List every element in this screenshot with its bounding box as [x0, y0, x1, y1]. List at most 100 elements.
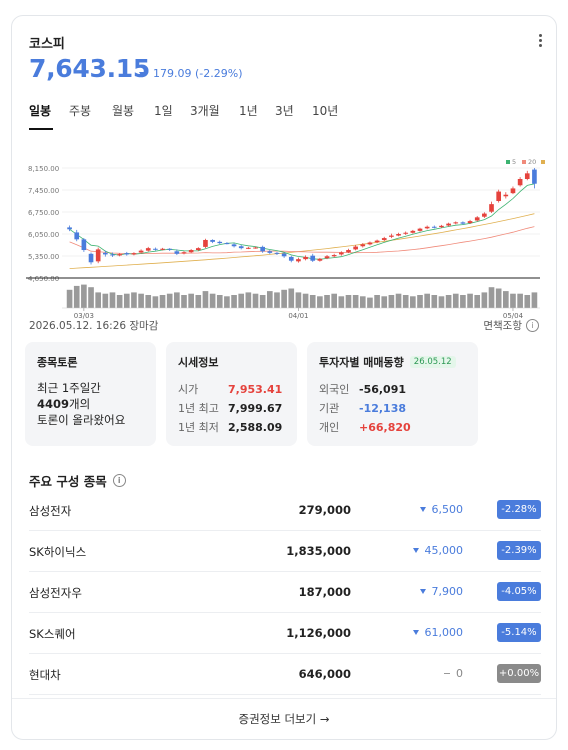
investor-title-row: 투자자별 매매동향 26.05.12 [319, 354, 466, 370]
forum-title: 종목토론 [37, 356, 78, 369]
stock-price: 1,126,000 [286, 626, 351, 640]
tab-3year[interactable]: 3년 [275, 102, 294, 119]
disclaimer-label: 면책조항 [483, 320, 522, 332]
candle-body [81, 239, 87, 251]
table-row[interactable]: SK하이닉스 1,835,000 45,000 -2.39% [29, 531, 541, 572]
volume-bar [452, 293, 459, 308]
candlestick-chart[interactable]: 8,150.00 7,450.00 6,750.00 6,050.00 5,350.00… [26, 140, 546, 320]
table-row[interactable]: 현대차 646,000 0 +0.00% [29, 654, 541, 695]
index-name[interactable]: 코스피 [29, 33, 65, 52]
volume-bar [302, 293, 309, 308]
forum-line3: 토론이 올라왔어요 [37, 413, 126, 427]
ma20-line [69, 226, 535, 255]
candle-body [246, 247, 251, 249]
volume-bar [95, 292, 102, 308]
year-low-value: 2,588.09 [228, 421, 283, 434]
candle-body [524, 173, 530, 179]
x-tick-label: 04/01 [288, 312, 308, 320]
candle-body [153, 248, 158, 250]
ma5-line [69, 183, 535, 260]
investor-box[interactable]: 투자자별 매매동향 26.05.12 외국인 -56,091 기관 -12,138 개… [307, 342, 478, 446]
volume-bar [224, 296, 230, 308]
disclaimer-link[interactable]: 면책조항 i [483, 318, 539, 333]
tab-monthly[interactable]: 월봉 [112, 102, 134, 119]
candle-body [532, 169, 537, 184]
legend-swatch [522, 160, 526, 164]
stock-percent-badge: -2.39% [497, 541, 541, 560]
legend-label: 20 [528, 158, 536, 166]
candle-body [381, 238, 387, 240]
volume-bar [159, 295, 166, 308]
volume-bar [131, 292, 137, 308]
volume-bar [481, 292, 488, 308]
investor-row: 개인 +66,820 [319, 418, 466, 437]
tab-daily[interactable]: 일봉 [29, 102, 51, 119]
volume-bar [474, 295, 481, 308]
stock-name: 삼성전자우 [29, 586, 82, 600]
candle-body [331, 255, 337, 257]
forum-box[interactable]: 종목토론 최근 1주일간 4409개의 토론이 올라왔어요 [25, 342, 156, 446]
volume-bar [424, 293, 430, 308]
down-arrow-icon [412, 630, 419, 635]
candle-body [346, 250, 351, 253]
open-value: 7,953.41 [228, 383, 283, 396]
candle-body [117, 254, 122, 256]
volume-bar [81, 284, 87, 308]
volume-bar [116, 295, 123, 308]
tab-1year[interactable]: 1년 [239, 102, 258, 119]
tab-3month[interactable]: 3개월 [190, 102, 220, 119]
market-info-row: 시가 7,953.41 [178, 380, 285, 399]
volume-bar [102, 293, 109, 308]
candle-body [303, 256, 308, 260]
investor-row: 외국인 -56,091 [319, 380, 466, 399]
candle-body [281, 253, 287, 257]
volume-bar [209, 293, 216, 308]
candle-body [95, 249, 101, 262]
volume-bar [417, 295, 423, 308]
candle-body [431, 226, 437, 228]
forum-count: 4409 [37, 397, 70, 411]
candle-body [210, 239, 215, 242]
year-high-label: 1년 최고 [178, 402, 219, 415]
stock-change-value: 0 [456, 667, 463, 680]
candle-body [510, 188, 516, 194]
stock-change: 0 [444, 667, 463, 680]
table-row[interactable]: 삼성전자 279,000 6,500 -2.28% [29, 490, 541, 531]
tab-weekly[interactable]: 주봉 [69, 102, 91, 119]
stock-price: 646,000 [298, 667, 351, 681]
stock-name: SK스퀘어 [29, 627, 76, 641]
candle-body [517, 179, 523, 186]
stock-percent-badge: -4.05% [497, 582, 541, 601]
y-tick-label: 7,450.00 [28, 187, 59, 195]
candle-body [217, 241, 223, 244]
candle-body [403, 232, 409, 234]
table-row[interactable]: 삼성전자우 187,000 7,900 -4.05% [29, 572, 541, 613]
candle-body [260, 246, 265, 252]
y-tick-label: 8,150.00 [28, 165, 59, 173]
volume-bar [388, 295, 395, 308]
info-icon[interactable]: i [112, 474, 126, 487]
candle-body [396, 234, 401, 236]
stock-price: 187,000 [298, 585, 351, 599]
volume-bar [331, 293, 338, 308]
more-menu-icon[interactable] [534, 32, 546, 48]
volume-bar [359, 296, 366, 308]
candle-body [460, 222, 466, 224]
volume-bar [460, 295, 466, 308]
candle-body [317, 258, 323, 261]
investor-date-badge: 26.05.12 [409, 356, 456, 368]
more-stock-info-link[interactable]: 증권정보 더보기 → [12, 698, 556, 739]
tab-1day[interactable]: 1일 [154, 102, 173, 119]
tab-10year[interactable]: 10년 [312, 102, 338, 119]
open-label: 시가 [178, 383, 199, 396]
candle-body [88, 253, 94, 263]
volume-bar [467, 293, 473, 308]
legend-swatch [541, 160, 545, 164]
volume-bar [109, 292, 116, 308]
volume-bar [202, 291, 209, 308]
info-icon: i [526, 319, 539, 332]
market-info-box[interactable]: 시세정보 시가 7,953.41 1년 최고 7,999.67 1년 최저 2,588… [166, 342, 297, 446]
volume-bar [338, 296, 345, 308]
table-row[interactable]: SK스퀘어 1,126,000 61,000 -5.14% [29, 613, 541, 654]
candle-body [424, 226, 430, 229]
